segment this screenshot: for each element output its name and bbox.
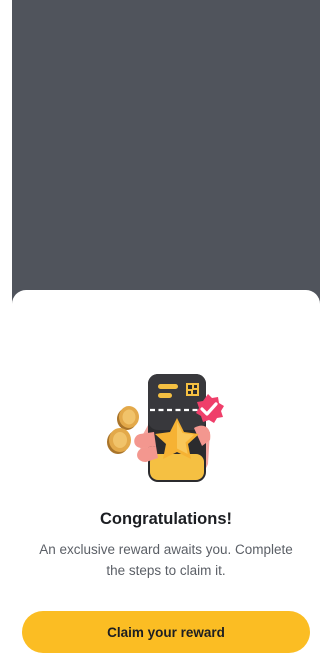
modal-message: An exclusive reward awaits you. Complete… [39, 542, 293, 578]
reward-ticket-phone-icon [107, 374, 224, 482]
modal-backdrop[interactable] [12, 0, 320, 310]
gold-coin-icon [107, 428, 131, 454]
qr-code-icon [186, 383, 199, 396]
claim-reward-button[interactable]: Claim your reward [22, 611, 310, 653]
modal-title: Congratulations! [100, 510, 232, 528]
gold-coin-icon [117, 406, 139, 430]
